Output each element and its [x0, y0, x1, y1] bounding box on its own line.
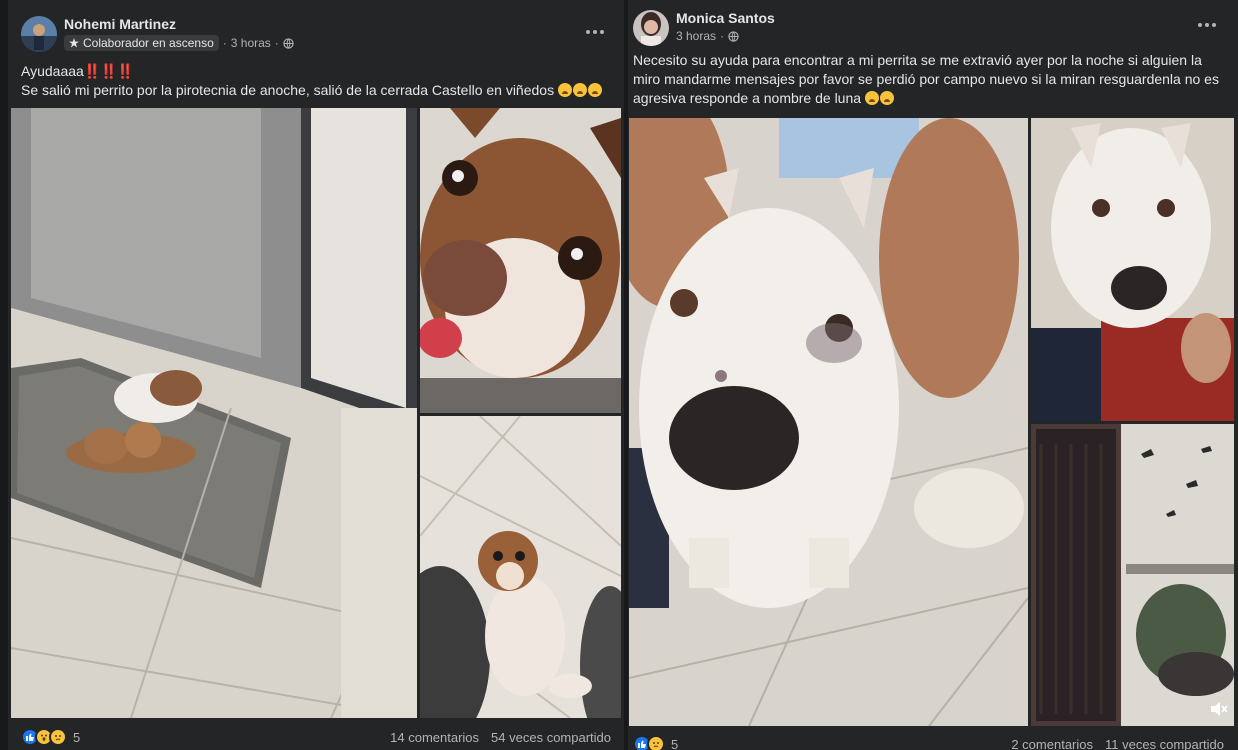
meta-separator: · [274, 36, 279, 50]
photo-white-dog-closeup[interactable] [629, 118, 1028, 726]
author-name[interactable]: Monica Santos [676, 10, 775, 26]
reactions-summary[interactable]: 5 [633, 735, 678, 750]
reactions-summary[interactable]: 5 [21, 728, 80, 746]
exclamation-marks: ‼️‼️‼️ [83, 63, 134, 79]
post-stats: 2 comentarios 11 veces compartido [1011, 737, 1224, 750]
star-icon [69, 38, 79, 48]
contributor-badge[interactable]: Colaborador en ascenso [64, 35, 219, 51]
post-card-nohemi: Nohemi Martinez Colaborador en ascenso ·… [8, 0, 624, 750]
mute-icon[interactable] [1206, 696, 1232, 722]
post-body: Necesito su ayuda para encontrar a mi pe… [633, 52, 1219, 106]
reactions-count: 5 [73, 729, 81, 745]
post-footer: 5 14 comentarios 54 veces compartido [8, 726, 624, 750]
comments-count[interactable]: 14 comentarios [390, 730, 479, 745]
post-time[interactable]: 3 horas [676, 29, 716, 43]
meta-separator: · [222, 36, 227, 50]
post-line-2: Se salió mi perrito por la pirotecnia de… [21, 82, 555, 98]
sad-reaction-icon [49, 728, 67, 746]
post-time[interactable]: 3 horas [231, 36, 271, 50]
photo-white-dog-lap[interactable] [1031, 118, 1234, 421]
crying-emoji [557, 83, 572, 97]
photo-chihuahua-standing[interactable] [420, 416, 621, 718]
shares-count[interactable]: 54 veces compartido [491, 730, 611, 745]
post-meta: 3 horas · [676, 29, 739, 43]
post-header: Nohemi Martinez Colaborador en ascenso ·… [8, 0, 624, 56]
post-footer: 5 2 comentarios 11 veces compartido [628, 734, 1238, 750]
reactions-count: 5 [671, 736, 679, 750]
globe-icon [283, 37, 294, 49]
post-stats: 14 comentarios 54 veces compartido [390, 730, 611, 745]
globe-icon [728, 30, 739, 42]
post-text: Necesito su ayuda para encontrar a mi pe… [633, 51, 1229, 108]
sad-reaction-icon [647, 735, 665, 750]
avatar[interactable] [21, 16, 57, 52]
meta-separator: · [720, 29, 725, 43]
avatar[interactable] [633, 10, 669, 46]
post-card-monica: Monica Santos 3 horas · Necesito su ayud… [628, 0, 1238, 750]
post-meta: Colaborador en ascenso · 3 horas · [64, 35, 294, 51]
post-text: Ayudaaaa‼️‼️‼️ Se salió mi perrito por l… [21, 62, 611, 100]
crying-emoji [879, 91, 894, 105]
author-name[interactable]: Nohemi Martinez [64, 16, 176, 32]
post-header: Monica Santos 3 horas · [628, 0, 1238, 56]
grimacing-emoji [864, 91, 879, 105]
crying-emoji [572, 83, 587, 97]
photo-video-room[interactable] [1031, 424, 1234, 726]
post-line-1: Ayudaaaa [21, 63, 84, 79]
comments-count[interactable]: 2 comentarios [1011, 737, 1093, 750]
more-options-icon[interactable] [1193, 11, 1221, 39]
more-options-icon[interactable] [581, 18, 609, 46]
shares-count[interactable]: 11 veces compartido [1105, 737, 1224, 750]
photo-chihuahua-closeup[interactable] [420, 108, 621, 413]
crying-emoji [587, 83, 602, 97]
photo-chihuahuas-on-rug[interactable] [11, 108, 417, 718]
badge-label: Colaborador en ascenso [83, 36, 214, 50]
